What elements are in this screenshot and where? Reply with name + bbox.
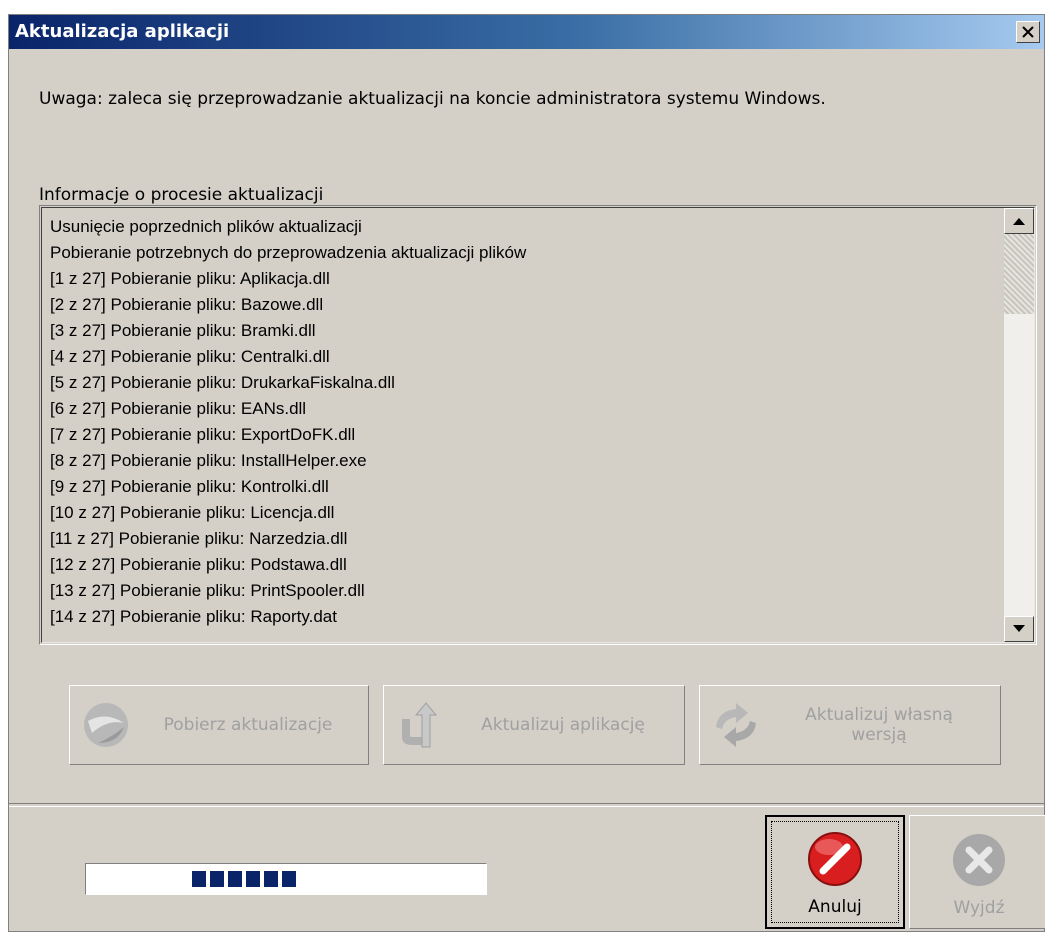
progress-segment	[228, 871, 242, 887]
exit-label: Wyjdź	[953, 898, 1005, 918]
divider	[9, 803, 1044, 807]
close-icon	[1022, 26, 1034, 38]
update-dialog: Aktualizacja aplikacji Uwaga: zaleca się…	[8, 14, 1045, 932]
exit-button[interactable]: Wyjdź	[909, 815, 1045, 929]
log-line: [1 z 27] Pobieranie pliku: Aplikacja.dll	[50, 269, 330, 288]
update-own-version-label: Aktualizuj własną wersją	[764, 705, 1000, 745]
log-line: Usunięcie poprzednich plików aktualizacj…	[50, 217, 362, 236]
close-circle-icon	[953, 834, 1005, 886]
update-log[interactable]: Usunięcie poprzednich plików aktualizacj…	[39, 205, 1037, 645]
arrow-down-icon	[1013, 625, 1025, 632]
title-bar[interactable]: Aktualizacja aplikacji	[9, 15, 1044, 49]
refresh-arrows-icon	[716, 703, 756, 747]
admin-warning-text: Uwaga: zaleca się przeprowadzanie aktual…	[39, 89, 826, 109]
scroll-thumb[interactable]	[1004, 234, 1034, 314]
globe-icon	[84, 703, 128, 747]
update-own-version-button[interactable]: Aktualizuj własną wersją	[699, 685, 1001, 765]
cancel-button[interactable]: Anuluj	[765, 815, 905, 929]
log-line: [12 z 27] Pobieranie pliku: Podstawa.dll	[50, 555, 347, 574]
log-list: Usunięcie poprzednich plików aktualizacj…	[50, 214, 998, 630]
progress-segment	[210, 871, 224, 887]
log-section-label: Informacje o procesie aktualizacji	[39, 185, 324, 205]
update-app-button[interactable]: Aktualizuj aplikację	[383, 685, 685, 765]
scroll-down-button[interactable]	[1004, 616, 1034, 642]
log-line: [13 z 27] Pobieranie pliku: PrintSpooler…	[50, 581, 365, 600]
log-line: [2 z 27] Pobieranie pliku: Bazowe.dll	[50, 295, 324, 314]
progress-segment	[264, 871, 278, 887]
log-scrollbar[interactable]	[1004, 208, 1034, 642]
log-line: [14 z 27] Pobieranie pliku: Raporty.dat	[50, 607, 337, 626]
log-line: [9 z 27] Pobieranie pliku: Kontrolki.dll	[50, 477, 329, 496]
progress-segment	[192, 871, 206, 887]
progress-bar	[85, 863, 487, 895]
download-updates-label: Pobierz aktualizacje	[163, 715, 333, 735]
progress-segment	[282, 871, 296, 887]
progress-segment	[246, 871, 260, 887]
scroll-up-button[interactable]	[1004, 208, 1034, 234]
log-line: [3 z 27] Pobieranie pliku: Bramki.dll	[50, 321, 316, 340]
update-own-version-line1: Aktualizuj własną	[805, 705, 953, 725]
log-line: [4 z 27] Pobieranie pliku: Centralki.dll	[50, 347, 330, 366]
log-line: [10 z 27] Pobieranie pliku: Licencja.dll	[50, 503, 335, 522]
log-line: [6 z 27] Pobieranie pliku: EANs.dll	[50, 399, 307, 418]
window-title: Aktualizacja aplikacji	[15, 21, 230, 42]
log-line: Pobieranie potrzebnych do przeprowadzeni…	[50, 243, 527, 262]
close-button[interactable]	[1016, 21, 1040, 43]
update-arrow-icon	[402, 702, 438, 748]
update-own-version-line2: wersją	[851, 725, 907, 745]
arrow-up-icon	[1013, 218, 1025, 225]
log-line: [8 z 27] Pobieranie pliku: InstallHelper…	[50, 451, 367, 470]
log-line: [11 z 27] Pobieranie pliku: Narzedzia.dl…	[50, 529, 348, 548]
log-line: [7 z 27] Pobieranie pliku: ExportDoFK.dl…	[50, 425, 356, 444]
update-app-label: Aktualizuj aplikację	[481, 715, 645, 735]
download-updates-button[interactable]: Pobierz aktualizacje	[69, 685, 369, 765]
log-line: [5 z 27] Pobieranie pliku: DrukarkaFiska…	[50, 373, 395, 392]
